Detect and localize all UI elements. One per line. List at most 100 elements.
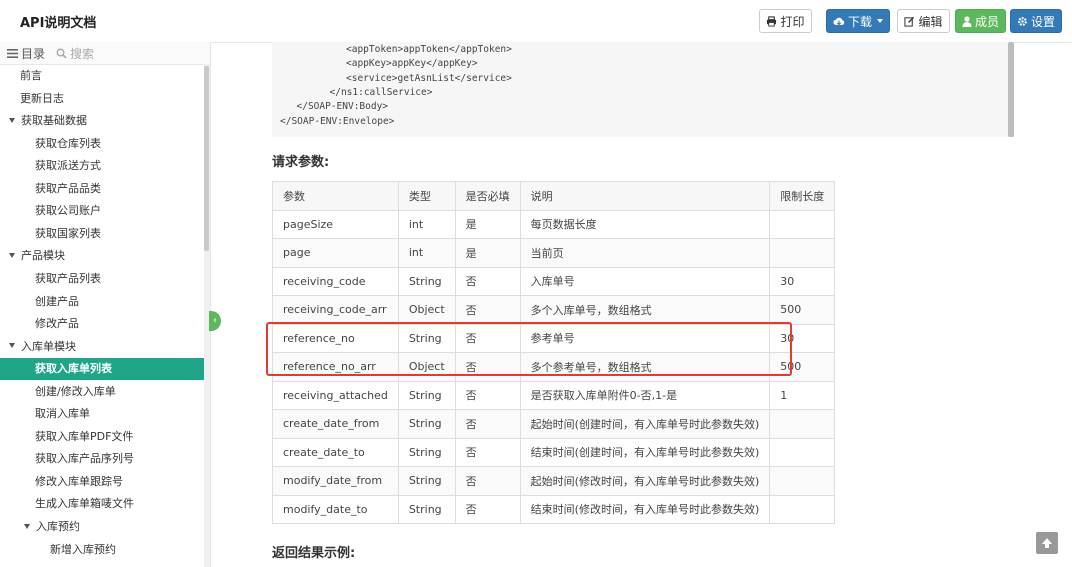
table-row: receiving_attached String 否是否获取入库单附件0-否,1-… (272, 380, 836, 410)
table-cell: 否 (454, 323, 521, 353)
table-cell: 1 (769, 380, 836, 410)
caret-down-icon[interactable] (9, 252, 15, 258)
caret-down-icon[interactable] (9, 343, 15, 349)
sidebar-item-label: 更新日志 (20, 91, 64, 105)
table-cell (769, 494, 836, 524)
sidebar-item[interactable]: 入库单模块 (0, 336, 210, 358)
sidebar-item[interactable]: 获取入库单PDF文件 (0, 426, 210, 448)
caret-down-icon[interactable] (24, 523, 30, 529)
sidebar-item[interactable]: 获取公司账户 (0, 200, 210, 222)
column-header: 参数 (272, 181, 399, 211)
sidebar-item[interactable]: 新增入库预约 (0, 539, 210, 561)
edit-button[interactable]: 编辑 (897, 9, 950, 33)
table-cell: 否 (454, 352, 521, 382)
table-header-row: 参数 类型 是否必填 说明 限制长度 (272, 181, 836, 211)
sidebar-item-label: 获取入库单PDF文件 (35, 429, 134, 443)
sidebar-item[interactable]: 获取产品列表 (0, 268, 210, 290)
tab-search-label: 搜索 (70, 47, 95, 61)
table-cell: String (397, 466, 456, 496)
table-cell: 否 (454, 494, 521, 524)
sidebar-item[interactable]: 生成入库单箱唛文件 (0, 493, 210, 515)
table-row: create_date_to String 否结束时间(创建时间，有入库单号时此参数… (272, 437, 836, 467)
table-cell: receiving_code_arr (272, 295, 399, 325)
members-button[interactable]: 成员 (955, 9, 1006, 33)
sidebar-item[interactable]: 获取基础数据 (0, 110, 210, 132)
table-cell (769, 409, 836, 439)
cloud-download-icon (833, 17, 845, 25)
table-cell: String (397, 494, 456, 524)
table-cell: 多个入库单号，数组格式 (519, 295, 771, 325)
table-cell: create_date_to (272, 437, 399, 467)
sidebar-item-label: 获取国家列表 (35, 226, 101, 240)
table-row: pageSize int 是每页数据长度 (272, 209, 836, 239)
sidebar-scroll-thumb[interactable] (204, 66, 209, 251)
sidebar-item[interactable]: 创建/修改入库单 (0, 381, 210, 403)
sidebar-item[interactable]: 入库预约 (0, 516, 210, 538)
tab-toc[interactable]: 目录 (7, 45, 45, 62)
sidebar-item[interactable]: 获取产品品类 (0, 178, 210, 200)
table-cell: 起始时间(修改时间，有入库单号时此参数失效) (519, 466, 771, 496)
sidebar-collapse-button[interactable]: ‹ (209, 311, 221, 331)
download-button-label: 下载 (847, 14, 872, 29)
table-row: receiving_code String 否入库单号 30 (272, 266, 836, 296)
sidebar-item[interactable]: 取消入库单 (0, 403, 210, 425)
table-cell (769, 466, 836, 496)
table-cell: int (397, 238, 456, 268)
request-params-title: 请求参数: (272, 155, 330, 170)
chevron-down-icon (877, 19, 883, 23)
table-cell: 是 (454, 209, 521, 239)
sidebar-item-label: 获取入库产品序列号 (35, 452, 134, 466)
sidebar-item-label: 取消入库单 (35, 407, 90, 421)
table-row: reference_no String 否参考单号 30 (272, 323, 836, 353)
table-row: create_date_from String 否起始时间(创建时间，有入库单号时此… (272, 409, 836, 439)
chevron-left-icon: ‹ (213, 315, 217, 326)
sidebar-item-label: 前言 (20, 69, 42, 82)
sidebar-item[interactable]: 修改产品 (0, 313, 210, 335)
sidebar-item[interactable]: 获取国家列表 (0, 223, 210, 245)
table-cell: create_date_from (272, 409, 399, 439)
sidebar-item-label: 新增入库预约 (50, 542, 116, 556)
print-icon (767, 15, 777, 27)
table-cell: reference_no_arr (272, 352, 399, 382)
back-to-top-button[interactable] (1036, 532, 1058, 554)
table-cell (769, 238, 836, 268)
table-cell: 入库单号 (519, 266, 771, 296)
sidebar-item-label: 修改入库单跟踪号 (35, 474, 123, 488)
sidebar-item[interactable]: 更新日志 (0, 88, 210, 110)
settings-button[interactable]: 设置 (1010, 9, 1062, 33)
table-cell: receiving_code (272, 266, 399, 296)
edit-button-label: 编辑 (918, 14, 943, 29)
sidebar-item-label: 创建/修改入库单 (35, 384, 116, 398)
table-cell: int (397, 209, 456, 239)
table-cell: reference_no (272, 323, 399, 353)
code-scrollbar[interactable] (1008, 42, 1014, 137)
sidebar-item[interactable]: 前言 (0, 65, 210, 87)
code-line: <appKey>appKey</appKey> (346, 58, 478, 70)
tab-search[interactable]: 搜索 (56, 45, 94, 62)
table-cell: String (397, 437, 456, 467)
members-button-label: 成员 (974, 14, 999, 29)
sidebar-item-label: 获取派送方式 (35, 159, 101, 173)
sidebar-item[interactable]: 获取派送方式 (0, 155, 210, 177)
edit-icon (904, 16, 915, 27)
sidebar-item-label: 生成入库单箱唛文件 (35, 497, 134, 511)
sidebar-item[interactable]: 获取入库产品序列号 (0, 448, 210, 470)
sidebar-item[interactable]: 获取入库单列表 (0, 358, 210, 381)
sidebar-item[interactable]: 修改入库单跟踪号 (0, 471, 210, 493)
sidebar-item[interactable]: 创建产品 (0, 291, 210, 313)
code-line: <service>getAsnList</service> (346, 72, 512, 84)
table-cell: 30 (769, 266, 836, 296)
sidebar: 目录 搜索 前言更新日志获取基础数据获取仓库列表获取派送方式获取产品品类 获取公司… (0, 42, 211, 567)
caret-down-icon[interactable] (9, 117, 15, 123)
sidebar-item-label: 获取基础数据 (21, 114, 87, 128)
table-row: reference_no_arr Object 否多个参考单号，数组格式 500 (272, 352, 836, 382)
sidebar-item[interactable]: 产品模块 (0, 245, 210, 267)
download-button[interactable]: 下载 (826, 9, 890, 33)
sidebar-item[interactable]: 获取仓库列表 (0, 133, 210, 155)
table-cell: 500 (769, 295, 836, 325)
print-button[interactable]: 打印 (759, 9, 812, 33)
tab-toc-label: 目录 (21, 47, 46, 61)
table-cell: modify_date_from (272, 466, 399, 496)
table-row: receiving_code_arr Object 否多个入库单号，数组格式 500 (272, 295, 836, 325)
column-header: 限制长度 (769, 181, 836, 211)
